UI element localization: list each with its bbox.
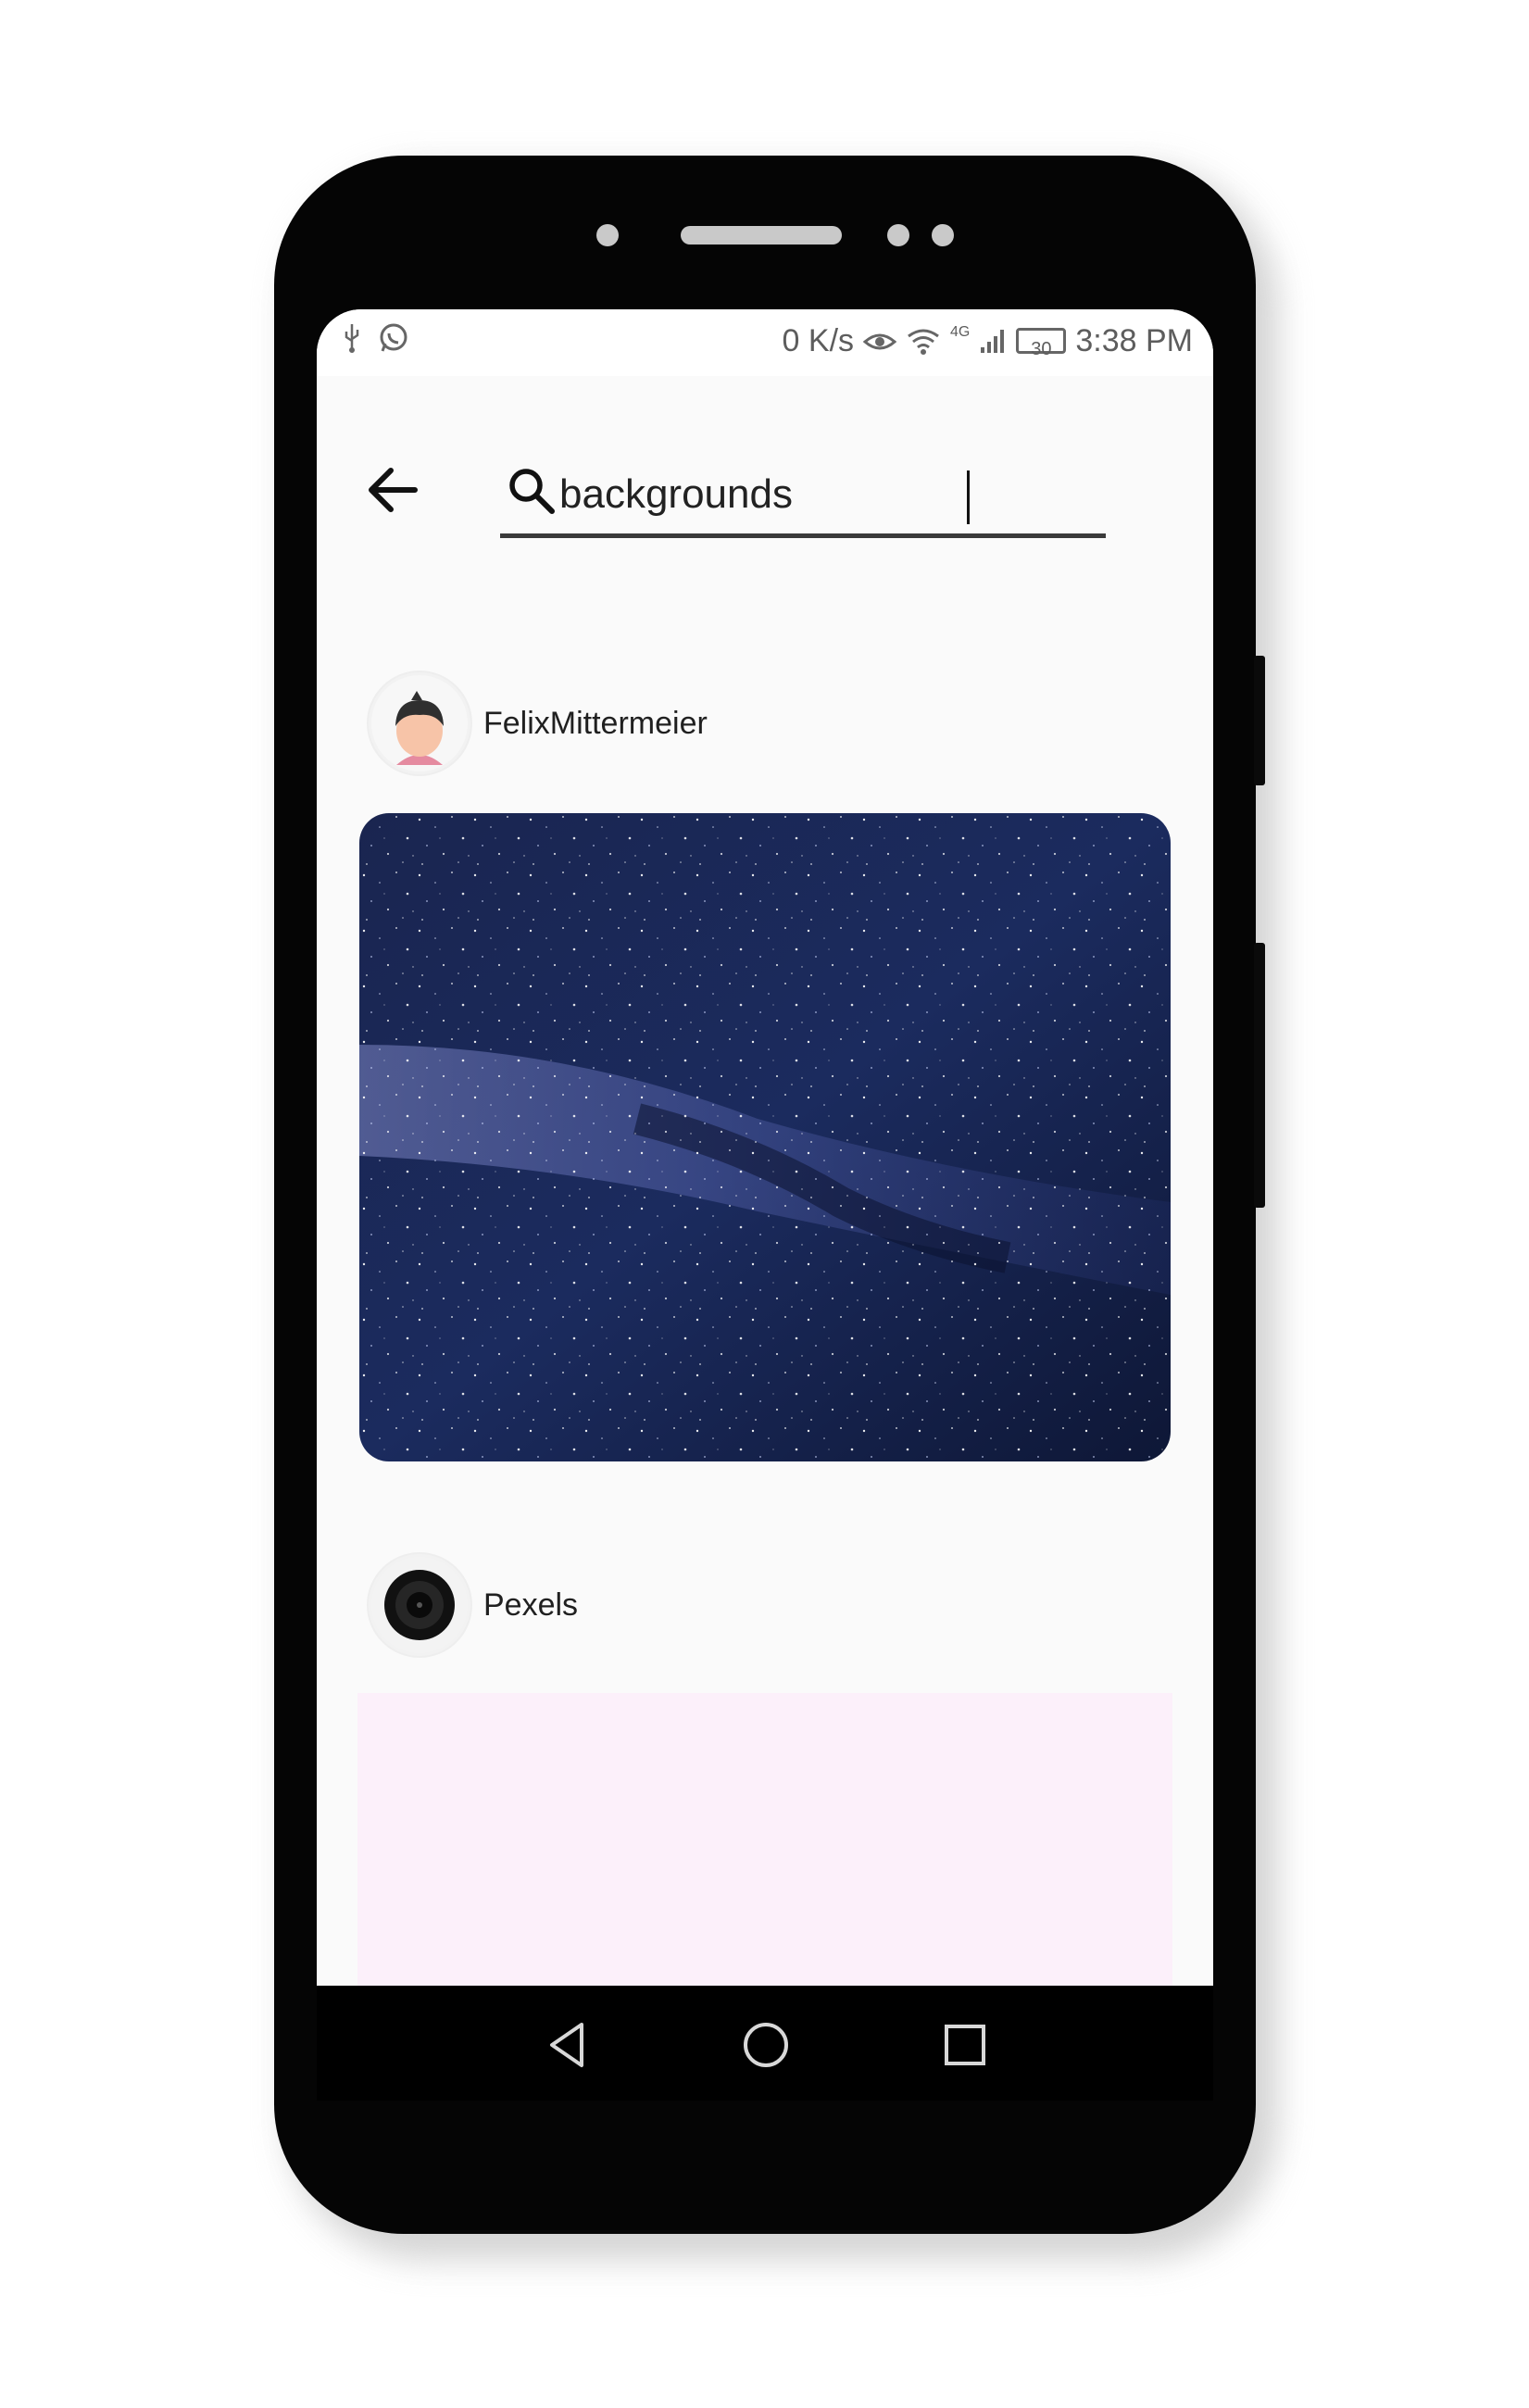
wifi-icon	[908, 329, 939, 355]
search-bar[interactable]	[500, 458, 1106, 538]
post-image[interactable]	[359, 813, 1171, 1461]
lens-avatar-graphic	[371, 1557, 468, 1653]
status-bar: 0 K/s 4G 30 3:38 PM	[317, 309, 1213, 376]
system-navigation-bar	[317, 1986, 1213, 2101]
status-right-indicators: 0 K/s 4G 30 3:38 PM	[783, 322, 1193, 359]
person-avatar-graphic	[371, 675, 468, 771]
sensor-dot-1	[887, 224, 909, 246]
person-avatar-icon[interactable]	[369, 672, 470, 774]
status-left-icons	[341, 322, 409, 354]
front-camera	[596, 224, 619, 246]
post-username[interactable]: Pexels	[483, 1587, 578, 1624]
post-header[interactable]: Pexels	[369, 1554, 578, 1656]
recents-square-icon[interactable]	[937, 2017, 993, 2073]
text-cursor	[967, 470, 970, 524]
network-speed: 0 K/s	[782, 323, 855, 358]
image-loading-placeholder	[357, 1693, 1172, 1986]
whatsapp-icon	[380, 323, 407, 352]
app-screen: 0 K/s 4G 30 3:38 PM backgrounds FelixMit…	[317, 309, 1213, 1986]
eye-icon	[863, 333, 897, 350]
home-circle-icon[interactable]	[738, 2017, 794, 2073]
arrow-left-icon[interactable]	[361, 458, 426, 522]
camera-lens-avatar-icon[interactable]	[369, 1554, 470, 1656]
battery-level: 30	[1031, 339, 1052, 359]
post-username[interactable]: FelixMittermeier	[483, 706, 708, 742]
starry-sky-image	[359, 813, 1171, 1461]
battery-icon: 30	[1016, 328, 1067, 359]
sensor-dot-2	[932, 224, 954, 246]
usb-icon	[345, 324, 359, 353]
signal-icon	[981, 330, 1005, 353]
search-input[interactable]	[559, 467, 1078, 522]
status-time: 3:38 PM	[1075, 323, 1193, 358]
phone-side-button-bottom	[1254, 943, 1265, 1208]
search-icon	[509, 469, 555, 514]
network-type: 4G	[950, 324, 971, 340]
phone-side-button-top	[1254, 656, 1265, 785]
earpiece-speaker	[681, 226, 842, 245]
back-triangle-icon[interactable]	[541, 2017, 596, 2073]
post-header[interactable]: FelixMittermeier	[369, 672, 708, 774]
